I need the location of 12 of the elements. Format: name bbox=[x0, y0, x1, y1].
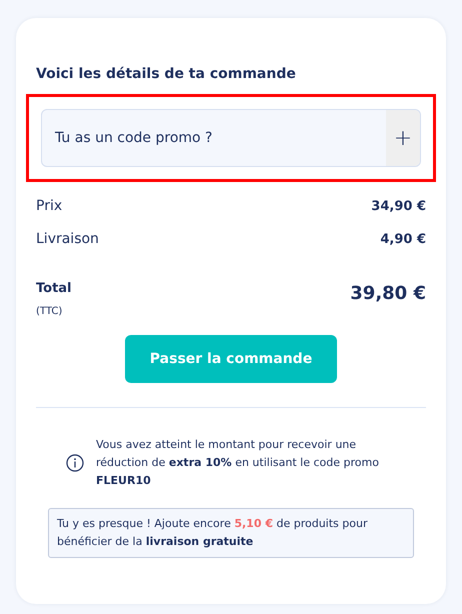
line-label: Livraison bbox=[36, 230, 99, 249]
card-title: Voici les détails de ta commande bbox=[36, 65, 297, 84]
shipping-notice: Tu y es presque ! Ajoute encore 5,10 € de produits pour bénéficier de la livraison gratuite bbox=[48, 508, 414, 558]
tax-note: (TTC) bbox=[36, 305, 64, 319]
discount-message: Vous avez atteint le montant pour recevoir une réduction de extra 10% en utilisant le code promo FLEUR10 bbox=[96, 437, 380, 489]
total-label: Total bbox=[36, 280, 72, 298]
line-label: Prix bbox=[36, 197, 62, 216]
line-amount: 4,90 € bbox=[380, 230, 426, 249]
line-amount: 34,90 € bbox=[371, 198, 426, 216]
promo-code-toggle[interactable]: Tu as un code promo ? + bbox=[41, 109, 421, 167]
info-icon bbox=[66, 454, 84, 472]
total-amount: 39,80 € bbox=[350, 282, 426, 306]
